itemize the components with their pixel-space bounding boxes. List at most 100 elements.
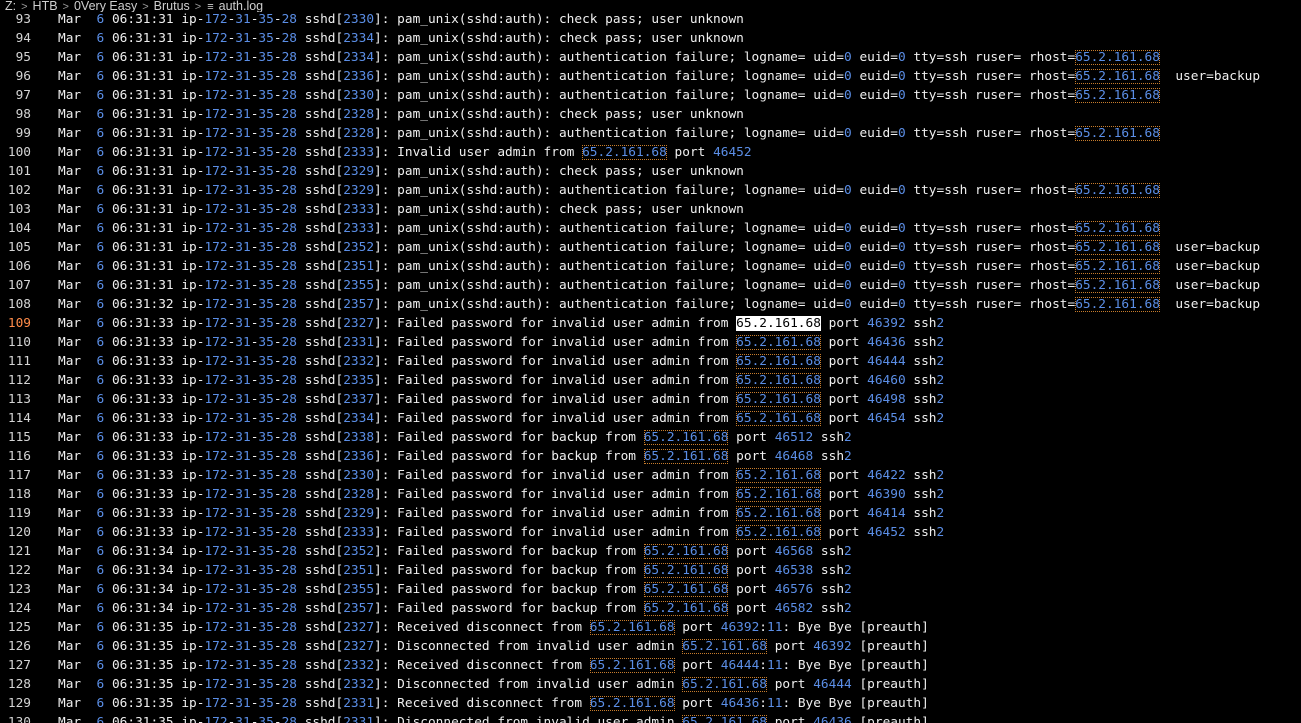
log-line[interactable]: 111 Mar 6 06:31:33 ip-172-31-35-28 sshd[2… bbox=[0, 352, 1301, 371]
ip-address[interactable]: 65.2.161.68 bbox=[1075, 88, 1160, 103]
ip-address[interactable]: 65.2.161.68 bbox=[1075, 221, 1160, 236]
log-line[interactable]: 100 Mar 6 06:31:31 ip-172-31-35-28 sshd[2… bbox=[0, 143, 1301, 162]
breadcrumb-item-drive[interactable]: Z: bbox=[5, 0, 16, 12]
log-line[interactable]: 114 Mar 6 06:31:33 ip-172-31-35-28 sshd[2… bbox=[0, 409, 1301, 428]
log-line-text[interactable]: Mar 6 06:31:31 ip-172-31-35-28 sshd[2330… bbox=[58, 86, 1160, 105]
ip-address[interactable]: 65.2.161.68 bbox=[1075, 126, 1160, 141]
log-line[interactable]: 115 Mar 6 06:31:33 ip-172-31-35-28 sshd[2… bbox=[0, 428, 1301, 447]
log-line-text[interactable]: Mar 6 06:31:31 ip-172-31-35-28 sshd[2328… bbox=[58, 124, 1160, 143]
log-line[interactable]: 95 Mar 6 06:31:31 ip-172-31-35-28 sshd[23… bbox=[0, 48, 1301, 67]
log-line[interactable]: 105 Mar 6 06:31:31 ip-172-31-35-28 sshd[2… bbox=[0, 238, 1301, 257]
breadcrumb-file-name[interactable]: auth.log bbox=[219, 0, 263, 12]
log-line-text[interactable]: Mar 6 06:31:33 ip-172-31-35-28 sshd[2328… bbox=[58, 485, 944, 504]
log-line-text[interactable]: Mar 6 06:31:33 ip-172-31-35-28 sshd[2332… bbox=[58, 352, 944, 371]
ip-address[interactable]: 65.2.161.68 bbox=[643, 601, 729, 616]
log-line-text[interactable]: Mar 6 06:31:31 ip-172-31-35-28 sshd[2333… bbox=[58, 143, 752, 162]
log-line-text[interactable]: Mar 6 06:31:31 ip-172-31-35-28 sshd[2333… bbox=[58, 200, 744, 219]
log-line-text[interactable]: Mar 6 06:31:31 ip-172-31-35-28 sshd[2336… bbox=[58, 67, 1260, 86]
log-line-text[interactable]: Mar 6 06:31:35 ip-172-31-35-28 sshd[2331… bbox=[58, 694, 929, 713]
log-line-text[interactable]: Mar 6 06:31:34 ip-172-31-35-28 sshd[2357… bbox=[58, 599, 852, 618]
log-line-text[interactable]: Mar 6 06:31:31 ip-172-31-35-28 sshd[2334… bbox=[58, 29, 744, 48]
log-line[interactable]: 101 Mar 6 06:31:31 ip-172-31-35-28 sshd[2… bbox=[0, 162, 1301, 181]
ip-address[interactable]: 65.2.161.68 bbox=[682, 677, 767, 692]
log-line[interactable]: 124 Mar 6 06:31:34 ip-172-31-35-28 sshd[2… bbox=[0, 599, 1301, 618]
log-line-text[interactable]: Mar 6 06:31:31 ip-172-31-35-28 sshd[2333… bbox=[58, 219, 1160, 238]
log-line[interactable]: 110 Mar 6 06:31:33 ip-172-31-35-28 sshd[2… bbox=[0, 333, 1301, 352]
log-line-text[interactable]: Mar 6 06:31:33 ip-172-31-35-28 sshd[2327… bbox=[58, 314, 944, 333]
log-line-text[interactable]: Mar 6 06:31:31 ip-172-31-35-28 sshd[2352… bbox=[58, 238, 1260, 257]
log-line-text[interactable]: Mar 6 06:31:34 ip-172-31-35-28 sshd[2355… bbox=[58, 580, 852, 599]
log-line-text[interactable]: Mar 6 06:31:31 ip-172-31-35-28 sshd[2330… bbox=[58, 10, 744, 29]
log-line[interactable]: 118 Mar 6 06:31:33 ip-172-31-35-28 sshd[2… bbox=[0, 485, 1301, 504]
ip-address[interactable]: 65.2.161.68 bbox=[1075, 240, 1160, 255]
log-line[interactable]: 97 Mar 6 06:31:31 ip-172-31-35-28 sshd[23… bbox=[0, 86, 1301, 105]
breadcrumb-item-htb[interactable]: HTB bbox=[33, 0, 58, 12]
log-line-text[interactable]: Mar 6 06:31:35 ip-172-31-35-28 sshd[2331… bbox=[58, 713, 929, 723]
log-line-text[interactable]: Mar 6 06:31:31 ip-172-31-35-28 sshd[2329… bbox=[58, 181, 1160, 200]
ip-address[interactable]: 65.2.161.68 bbox=[1075, 69, 1160, 84]
ip-address[interactable]: 65.2.161.68 bbox=[643, 544, 729, 559]
log-line-text[interactable]: Mar 6 06:31:34 ip-172-31-35-28 sshd[2351… bbox=[58, 561, 852, 580]
log-line[interactable]: 103 Mar 6 06:31:31 ip-172-31-35-28 sshd[2… bbox=[0, 200, 1301, 219]
log-line-text[interactable]: Mar 6 06:31:33 ip-172-31-35-28 sshd[2338… bbox=[58, 428, 852, 447]
ip-address[interactable]: 65.2.161.68 bbox=[736, 525, 821, 540]
ip-address[interactable]: 65.2.161.68 bbox=[736, 354, 821, 369]
log-line-text[interactable]: Mar 6 06:31:31 ip-172-31-35-28 sshd[2355… bbox=[58, 276, 1260, 295]
ip-address[interactable]: 65.2.161.68 bbox=[589, 658, 675, 673]
log-line[interactable]: 96 Mar 6 06:31:31 ip-172-31-35-28 sshd[23… bbox=[0, 67, 1301, 86]
log-line[interactable]: 117 Mar 6 06:31:33 ip-172-31-35-28 sshd[2… bbox=[0, 466, 1301, 485]
ip-address[interactable]: 65.2.161.68 bbox=[1075, 183, 1160, 198]
log-line-text[interactable]: Mar 6 06:31:31 ip-172-31-35-28 sshd[2351… bbox=[58, 257, 1260, 276]
ip-address[interactable]: 65.2.161.68 bbox=[589, 620, 675, 635]
ip-address[interactable]: 65.2.161.68 bbox=[736, 468, 821, 483]
log-line-text[interactable]: Mar 6 06:31:33 ip-172-31-35-28 sshd[2329… bbox=[58, 504, 944, 523]
ip-address[interactable]: 65.2.161.68 bbox=[643, 582, 729, 597]
log-line-text[interactable]: Mar 6 06:31:31 ip-172-31-35-28 sshd[2334… bbox=[58, 48, 1160, 67]
log-line[interactable]: 129 Mar 6 06:31:35 ip-172-31-35-28 sshd[2… bbox=[0, 694, 1301, 713]
log-line-text[interactable]: Mar 6 06:31:33 ip-172-31-35-28 sshd[2330… bbox=[58, 466, 944, 485]
log-line[interactable]: 130 Mar 6 06:31:35 ip-172-31-35-28 sshd[2… bbox=[0, 713, 1301, 723]
log-line-text[interactable]: Mar 6 06:31:34 ip-172-31-35-28 sshd[2352… bbox=[58, 542, 852, 561]
log-line[interactable]: 121 Mar 6 06:31:34 ip-172-31-35-28 sshd[2… bbox=[0, 542, 1301, 561]
ip-address[interactable]: 65.2.161.68 bbox=[682, 715, 767, 723]
ip-address[interactable]: 65.2.161.68 bbox=[736, 487, 821, 502]
log-line[interactable]: 128 Mar 6 06:31:35 ip-172-31-35-28 sshd[2… bbox=[0, 675, 1301, 694]
ip-address[interactable]: 65.2.161.68 bbox=[736, 506, 821, 521]
ip-address[interactable]: 65.2.161.68 bbox=[736, 373, 821, 388]
log-line[interactable]: 98 Mar 6 06:31:31 ip-172-31-35-28 sshd[23… bbox=[0, 105, 1301, 124]
log-line[interactable]: 123 Mar 6 06:31:34 ip-172-31-35-28 sshd[2… bbox=[0, 580, 1301, 599]
log-line[interactable]: 113 Mar 6 06:31:33 ip-172-31-35-28 sshd[2… bbox=[0, 390, 1301, 409]
log-line[interactable]: 99 Mar 6 06:31:31 ip-172-31-35-28 sshd[23… bbox=[0, 124, 1301, 143]
log-line-text[interactable]: Mar 6 06:31:35 ip-172-31-35-28 sshd[2332… bbox=[58, 675, 929, 694]
log-line[interactable]: 109 Mar 6 06:31:33 ip-172-31-35-28 sshd[2… bbox=[0, 314, 1301, 333]
ip-address[interactable]: 65.2.161.68 bbox=[589, 696, 675, 711]
log-line-text[interactable]: Mar 6 06:31:31 ip-172-31-35-28 sshd[2329… bbox=[58, 162, 744, 181]
ip-address[interactable]: 65.2.161.68 bbox=[736, 335, 821, 350]
log-line-text[interactable]: Mar 6 06:31:33 ip-172-31-35-28 sshd[2334… bbox=[58, 409, 944, 428]
log-line-text[interactable]: Mar 6 06:31:33 ip-172-31-35-28 sshd[2331… bbox=[58, 333, 944, 352]
breadcrumb-item-brutus[interactable]: Brutus bbox=[154, 0, 190, 12]
log-line[interactable]: 116 Mar 6 06:31:33 ip-172-31-35-28 sshd[2… bbox=[0, 447, 1301, 466]
log-line-text[interactable]: Mar 6 06:31:33 ip-172-31-35-28 sshd[2335… bbox=[58, 371, 944, 390]
log-line[interactable]: 126 Mar 6 06:31:35 ip-172-31-35-28 sshd[2… bbox=[0, 637, 1301, 656]
log-line-text[interactable]: Mar 6 06:31:35 ip-172-31-35-28 sshd[2327… bbox=[58, 637, 929, 656]
log-line-text[interactable]: Mar 6 06:31:35 ip-172-31-35-28 sshd[2332… bbox=[58, 656, 929, 675]
log-line[interactable]: 120 Mar 6 06:31:33 ip-172-31-35-28 sshd[2… bbox=[0, 523, 1301, 542]
ip-address[interactable]: 65.2.161.68 bbox=[1075, 278, 1160, 293]
log-line-text[interactable]: Mar 6 06:31:33 ip-172-31-35-28 sshd[2336… bbox=[58, 447, 852, 466]
ip-address[interactable]: 65.2.161.68 bbox=[1075, 50, 1160, 65]
log-line[interactable]: 112 Mar 6 06:31:33 ip-172-31-35-28 sshd[2… bbox=[0, 371, 1301, 390]
log-line[interactable]: 122 Mar 6 06:31:34 ip-172-31-35-28 sshd[2… bbox=[0, 561, 1301, 580]
ip-address[interactable]: 65.2.161.68 bbox=[736, 411, 821, 426]
log-line[interactable]: 94 Mar 6 06:31:31 ip-172-31-35-28 sshd[23… bbox=[0, 29, 1301, 48]
log-line[interactable]: 104 Mar 6 06:31:31 ip-172-31-35-28 sshd[2… bbox=[0, 219, 1301, 238]
ip-address[interactable]: 65.2.161.68 bbox=[1075, 259, 1160, 274]
log-editor[interactable]: 93 Mar 6 06:31:31 ip-172-31-35-28 sshd[23… bbox=[0, 10, 1301, 723]
breadcrumb-item-very-easy[interactable]: 0Very Easy bbox=[74, 0, 137, 12]
log-line-text[interactable]: Mar 6 06:31:35 ip-172-31-35-28 sshd[2327… bbox=[58, 618, 929, 637]
ip-address[interactable]: 65.2.161.68 bbox=[1075, 297, 1160, 312]
log-line[interactable]: 102 Mar 6 06:31:31 ip-172-31-35-28 sshd[2… bbox=[0, 181, 1301, 200]
log-line[interactable]: 93 Mar 6 06:31:31 ip-172-31-35-28 sshd[23… bbox=[0, 10, 1301, 29]
log-line-text[interactable]: Mar 6 06:31:33 ip-172-31-35-28 sshd[2333… bbox=[58, 523, 944, 542]
log-line-text[interactable]: Mar 6 06:31:31 ip-172-31-35-28 sshd[2328… bbox=[58, 105, 744, 124]
